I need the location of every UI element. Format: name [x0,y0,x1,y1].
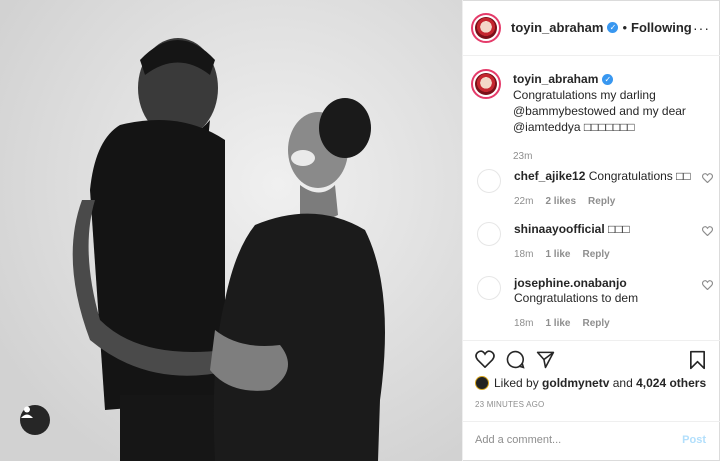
user-tag-button[interactable] [20,405,50,435]
comment-like-heart-icon[interactable] [702,226,713,236]
verified-badge-icon: ✓ [607,22,619,33]
caption-time[interactable]: 23m [513,151,532,162]
add-comment-input[interactable]: Add a comment... [475,434,561,446]
comment-time[interactable]: 22m [514,196,533,207]
post-timestamp[interactable]: 23 MINUTES AGO [475,400,544,409]
comment-icon[interactable] [506,350,525,369]
author-username[interactable]: toyin_abraham [511,20,603,35]
reply-button[interactable]: Reply [588,196,615,207]
comment-likes[interactable]: 1 like [545,249,570,260]
comment-like-heart-icon[interactable] [702,173,713,183]
comment-text: □□□ [608,222,630,236]
post-actions [463,340,720,380]
post-sidebar: toyin_abraham ✓ • Following ··· toyin_ab… [463,0,720,461]
heart-icon[interactable] [475,350,495,368]
comment-likes[interactable]: 1 like [545,318,570,329]
caption-avatar[interactable] [471,69,501,99]
comment-time[interactable]: 18m [514,318,533,329]
header-separator: • [622,20,628,35]
reply-button[interactable]: Reply [582,318,609,329]
others-count[interactable]: 4,024 others [636,376,706,390]
likes-prefix: Liked by [494,376,539,390]
likes-summary: Liked by goldmynetv and 4,024 others [475,376,706,390]
comment-avatar[interactable] [477,276,501,300]
post-caption: toyin_abraham ✓ Congratulations my darlin… [471,69,711,165]
more-icon[interactable]: ··· [693,20,710,36]
comment-avatar[interactable] [477,222,501,246]
comment-likes[interactable]: 2 likes [545,196,576,207]
user-tag-icon [21,406,33,418]
author-avatar[interactable] [471,12,501,43]
comment-item: chef_ajike12 Congratulations □□ 22m 2 lik… [477,169,713,209]
comment-username[interactable]: shinaayoofficial [514,222,605,236]
caption-username[interactable]: toyin_abraham [513,72,598,86]
share-icon[interactable] [536,350,555,369]
comment-text: Congratulations □□ [588,169,691,183]
reply-button[interactable]: Reply [582,249,609,260]
following-button[interactable]: Following [631,20,692,35]
liker-avatar[interactable] [475,376,489,390]
likes-joiner: and [612,376,633,390]
caption-verified-icon: ✓ [602,74,614,85]
comment-like-heart-icon[interactable] [702,280,713,290]
comment-time[interactable]: 18m [514,249,533,260]
add-comment-bar: Add a comment... Post [463,421,720,461]
caption-text: Congratulations my darling @bammybestowe… [513,88,686,134]
comments-list[interactable]: toyin_abraham ✓ Congratulations my darlin… [463,57,720,339]
comment-item: josephine.onabanjo Congratulations to de… [477,276,713,331]
comment-username[interactable]: chef_ajike12 [514,169,585,183]
post-header: toyin_abraham ✓ • Following ··· [463,0,720,56]
post-photo[interactable] [0,0,463,461]
post-comment-button[interactable]: Post [682,434,706,446]
comment-username[interactable]: josephine.onabanjo [514,276,627,290]
comment-item: shinaayoofficial □□□ 18m 1 like Reply [477,222,713,262]
first-liker[interactable]: goldmynetv [542,376,609,390]
bookmark-icon[interactable] [689,350,706,370]
comment-avatar[interactable] [477,169,501,193]
photo-illustration [0,0,462,461]
comment-text: Congratulations to dem [514,291,639,305]
